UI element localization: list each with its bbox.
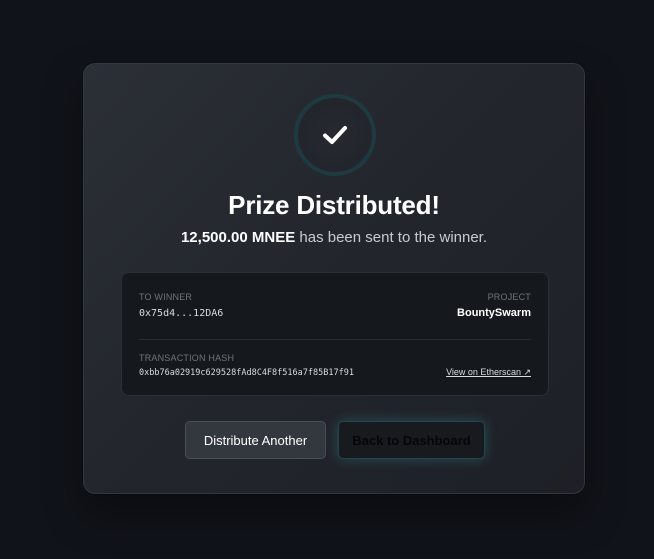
winner-address: 0x75d4...12DA6	[139, 308, 224, 319]
success-dialog: Prize Distributed! 12,500.00 MNEE has be…	[83, 63, 585, 494]
view-on-etherscan-link[interactable]: View on Etherscan ↗	[446, 367, 531, 378]
distribute-another-button[interactable]: Distribute Another	[185, 421, 326, 459]
tx-hash-label: TRANSACTION HASH	[139, 353, 235, 363]
project-label: PROJECT	[487, 292, 531, 302]
dialog-subtitle: 12,500.00 MNEE has been sent to the winn…	[84, 229, 584, 246]
winner-label: TO WINNER	[139, 292, 193, 302]
details-divider	[139, 339, 531, 340]
project-name: BountySwarm	[457, 307, 531, 319]
prize-amount: 12,500.00 MNEE	[180, 229, 296, 246]
checkmark-icon	[323, 126, 347, 144]
tx-hash-value: 0xbb76a02919c629528fAd8C4F8f516a7f85B17f…	[139, 368, 354, 378]
subtitle-text: has been sent to the winner.	[295, 229, 488, 246]
transaction-details-panel: TO WINNER 0x75d4...12DA6 PROJECT BountyS…	[121, 272, 549, 396]
dialog-title: Prize Distributed!	[228, 190, 440, 220]
back-to-dashboard-button[interactable]: Back to Dashboard	[338, 421, 485, 459]
success-check-icon	[294, 94, 376, 176]
